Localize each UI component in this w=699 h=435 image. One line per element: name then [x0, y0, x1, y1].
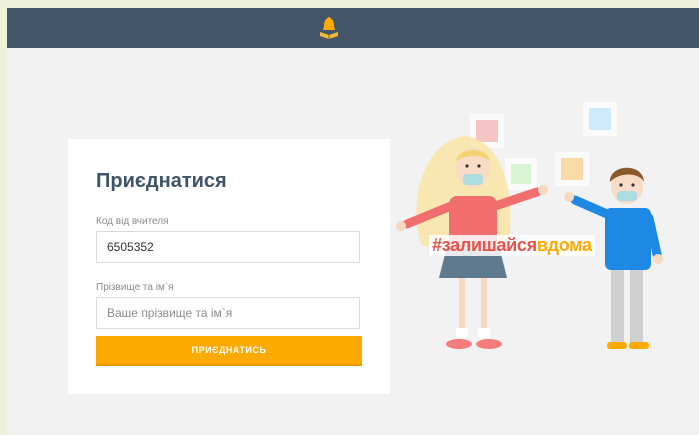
code-label: Код від вчителя	[96, 216, 169, 227]
join-button[interactable]: ПРИЄДНАТИСЬ	[96, 336, 362, 366]
name-label: Прізвище та ім`я	[96, 282, 174, 293]
teacher-code-input[interactable]	[96, 231, 360, 263]
app-frame: Приєднатися Код від вчителя Прізвище та …	[7, 8, 699, 435]
stay-home-illustration	[396, 102, 663, 349]
page-title: Приєднатися	[96, 170, 227, 192]
hashtag-part-1: #залишайся	[432, 235, 537, 255]
join-card: Приєднатися Код від вчителя Прізвище та …	[68, 139, 390, 394]
full-name-input[interactable]	[96, 297, 360, 329]
hashtag-part-2: вдома	[536, 235, 592, 255]
top-bar	[7, 8, 699, 48]
bell-book-icon[interactable]	[319, 16, 339, 40]
stay-home-hashtag: #залишайсявдома	[429, 235, 595, 256]
